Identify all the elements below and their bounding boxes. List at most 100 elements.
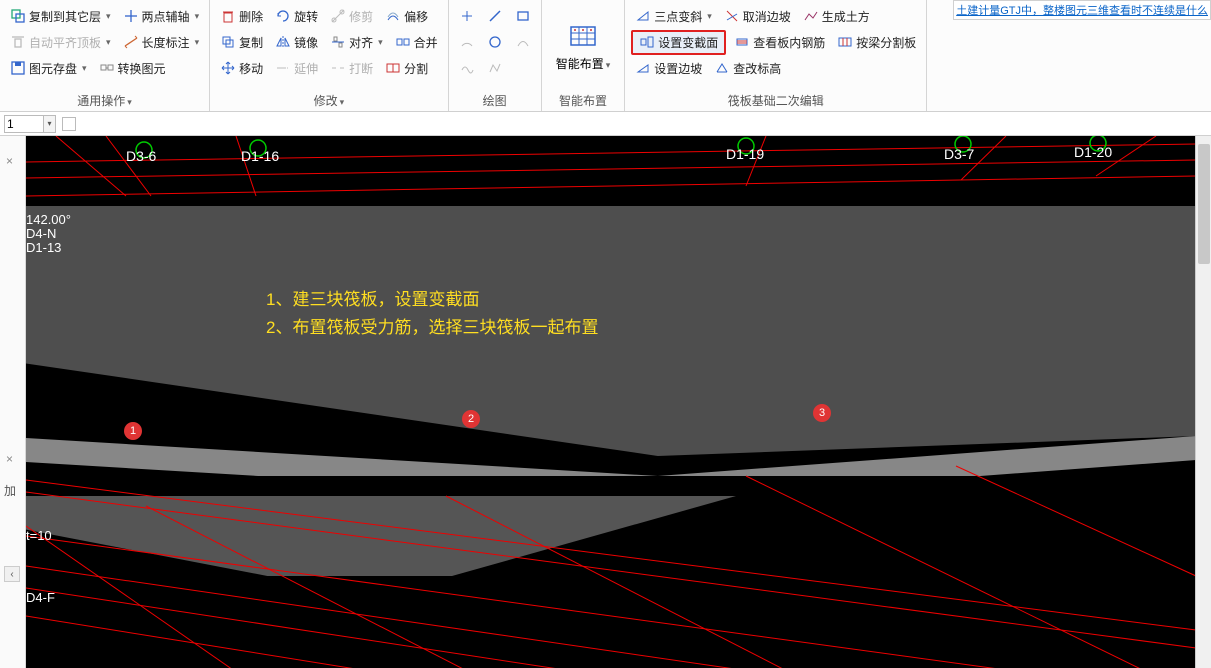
arc-icon (459, 34, 475, 50)
side-label-d1-13: D1-13 (26, 240, 61, 255)
three-point-skew-button[interactable]: 三点变斜 (631, 6, 716, 27)
axis-label-d1-19: D1-19 (726, 146, 764, 162)
convert-elem-button[interactable]: 转换图元 (95, 58, 170, 79)
two-point-aux-button[interactable]: 两点辅轴 (119, 6, 204, 27)
offset-label: 偏移 (404, 8, 428, 25)
align-button[interactable]: 对齐 (326, 32, 387, 53)
circle-icon (487, 34, 503, 50)
draw-rect-button[interactable] (511, 6, 535, 26)
copy-button[interactable]: 复制 (216, 32, 267, 53)
arc-button[interactable] (455, 32, 479, 52)
ribbon-group-general-label[interactable]: 通用操作 (6, 90, 203, 109)
convert-elem-label: 转换图元 (118, 60, 166, 77)
workspace: × × 加 ‹ (0, 136, 1211, 668)
draw-line-button[interactable] (483, 6, 507, 26)
draw-point-button[interactable] (455, 6, 479, 26)
ribbon-group-smart: 智能布置 智能布置 (542, 0, 626, 111)
rotate-label: 旋转 (294, 8, 318, 25)
skew-icon (635, 8, 651, 24)
view-rebar-button[interactable]: 查看板内钢筋 (730, 32, 829, 53)
set-var-section-label: 设置变截面 (658, 34, 718, 51)
delete-button[interactable]: 删除 (216, 6, 267, 27)
ribbon-group-smart-label: 智能布置 (548, 90, 619, 109)
value-dropdown[interactable]: ▾ (44, 115, 56, 133)
delete-icon (220, 8, 236, 24)
var-section-icon (639, 34, 655, 50)
smart-layout-button[interactable]: 智能布置 (548, 4, 619, 82)
curve2-button[interactable] (511, 32, 535, 52)
axis-label-d1-16: D1-16 (241, 148, 279, 164)
cancel-slope-label: 取消边坡 (743, 8, 791, 25)
set-var-section-button[interactable]: 设置变截面 (631, 30, 726, 55)
set-slope-button[interactable]: 设置边坡 (631, 58, 706, 79)
move-button[interactable]: 移动 (216, 58, 267, 79)
panel-collapse-button[interactable]: ‹ (4, 566, 20, 582)
extend-button[interactable]: 延伸 (271, 58, 322, 79)
spline-button[interactable] (455, 58, 479, 78)
mirror-button[interactable]: 镜像 (271, 32, 322, 53)
split-by-beam-label: 按梁分割板 (856, 34, 916, 51)
panel-close-button-2[interactable]: × (6, 452, 18, 464)
annotation-line1: 1、建三块筏板，设置变截面 (266, 286, 479, 314)
break-icon (330, 60, 346, 76)
rotate-button[interactable]: 旋转 (271, 6, 322, 27)
offset-button[interactable]: 偏移 (381, 6, 432, 27)
delete-label: 删除 (239, 8, 263, 25)
panel-close-button[interactable]: × (6, 154, 18, 166)
length-annot-button[interactable]: 长度标注 (119, 32, 204, 53)
split-by-beam-button[interactable]: 按梁分割板 (833, 32, 920, 53)
panel-add-label: 加 (4, 482, 16, 499)
move-icon (220, 60, 236, 76)
extend-icon (275, 60, 291, 76)
copy-label: 复制 (239, 34, 263, 51)
mirror-label: 镜像 (294, 34, 318, 51)
check-elev-button[interactable]: 查改标高 (710, 58, 785, 79)
trim-button[interactable]: 修剪 (326, 6, 377, 27)
ribbon-group-modify: 删除 旋转 修剪 偏移 复制 镜像 对齐 合并 移动 延伸 打断 分割 修改 (210, 0, 449, 111)
break-button[interactable]: 打断 (326, 58, 377, 79)
ribbon-group-general: 复制到其它层 两点辅轴 自动平齐顶板 长度标注 (0, 0, 210, 111)
merge-button[interactable]: 合并 (391, 32, 442, 53)
gen-earthwork-button[interactable]: 生成土方 (799, 6, 874, 27)
trim-icon (330, 8, 346, 24)
curve-icon (515, 34, 531, 50)
three-point-skew-label: 三点变斜 (654, 8, 702, 25)
toggle-box[interactable] (62, 117, 76, 131)
angle-label: 142.00° (26, 212, 71, 227)
scrollbar-thumb[interactable] (1198, 144, 1210, 264)
point-icon (459, 8, 475, 24)
ribbon-group-raft-label: 筏板基础二次编辑 (631, 90, 920, 109)
circle-button[interactable] (483, 32, 507, 52)
offset-icon (385, 8, 401, 24)
copy-to-layer-button[interactable]: 复制到其它层 (6, 6, 115, 27)
view-rebar-label: 查看板内钢筋 (753, 34, 825, 51)
move-label: 移动 (239, 60, 263, 77)
poly-button[interactable] (483, 58, 507, 78)
scrollbar-vertical[interactable] (1195, 136, 1211, 668)
two-point-aux-label: 两点辅轴 (142, 8, 190, 25)
auto-align-top-button[interactable]: 自动平齐顶板 (6, 32, 115, 53)
auto-align-top-label: 自动平齐顶板 (29, 34, 101, 51)
extend-label: 延伸 (294, 60, 318, 77)
mirror-icon (275, 34, 291, 50)
elev-icon (714, 60, 730, 76)
help-link[interactable]: 土建计量GTJ中，整楼图元三维查看时不连续是什么 (953, 0, 1211, 20)
align-top-icon (10, 34, 26, 50)
ribbon-group-draw: 绘图 (449, 0, 542, 111)
split-button[interactable]: 分割 (381, 58, 432, 79)
side-label-d4n: D4-N (26, 226, 56, 241)
cancel-slope-button[interactable]: 取消边坡 (720, 6, 795, 27)
break-label: 打断 (349, 60, 373, 77)
copy-to-layer-label: 复制到其它层 (29, 8, 101, 25)
ribbon-group-modify-label[interactable]: 修改 (216, 90, 442, 109)
value-input[interactable] (4, 115, 44, 133)
smart-layout-label: 智能布置 (556, 55, 611, 72)
side-label-t10: t=10 (26, 528, 52, 543)
split-label: 分割 (404, 60, 428, 77)
elem-save-button[interactable]: 图元存盘 (6, 58, 91, 79)
align-icon (330, 34, 346, 50)
viewport-3d[interactable]: D3-6 D1-16 D1-19 D3-7 D1-20 142.00° D4-N… (26, 136, 1211, 668)
badge-1: 1 (124, 422, 142, 440)
side-label-d4f: D4-F (26, 590, 55, 605)
axis-label-d3-6: D3-6 (126, 148, 156, 164)
